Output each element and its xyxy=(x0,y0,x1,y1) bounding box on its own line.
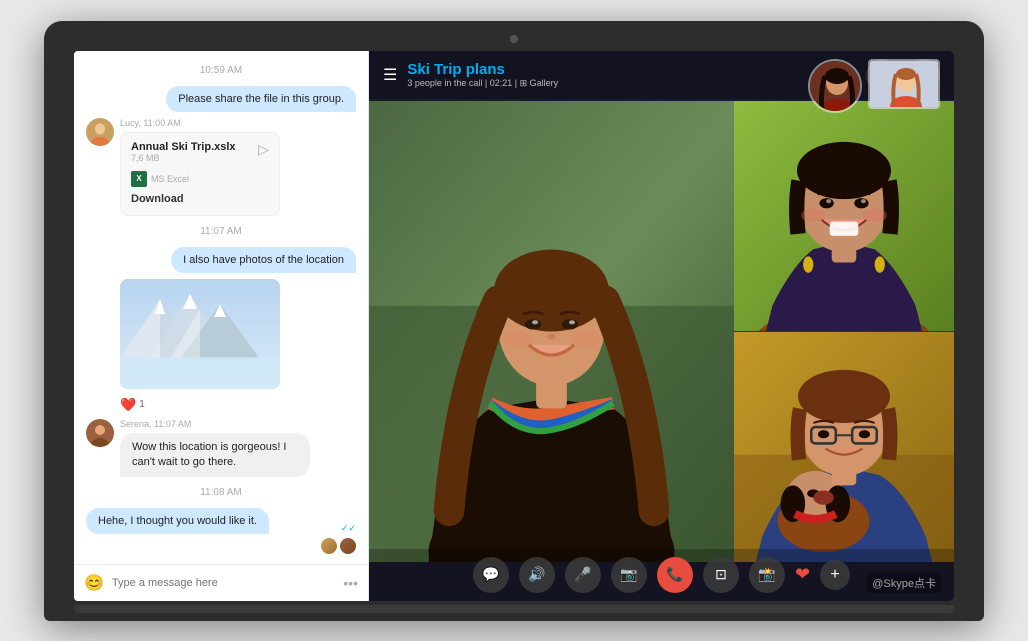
chat-messages: 10:59 AM Please share the file in this g… xyxy=(74,51,368,564)
heart-reaction: ❤️ xyxy=(120,397,136,413)
seen-avatar-2 xyxy=(340,538,356,554)
double-check-icon: ✓✓ xyxy=(341,523,356,534)
mic-icon: 🎤 xyxy=(574,566,591,583)
heart-reaction-button[interactable]: ❤ xyxy=(795,564,810,585)
side-video-bottom xyxy=(734,331,954,562)
timestamp-2: 11:07 AM xyxy=(86,226,356,237)
screen-share-button[interactable]: ⊡ xyxy=(703,557,739,593)
chat-toggle-button[interactable]: 💬 xyxy=(473,557,509,593)
emoji-button[interactable]: 😊 xyxy=(84,573,104,593)
photo-container xyxy=(120,279,356,389)
video-toggle-button[interactable]: 📷 xyxy=(611,557,647,593)
serena-msg-content: Serena, 11:07 AM Wow this location is go… xyxy=(120,419,310,478)
side-video-top xyxy=(734,101,954,331)
seen-avatars xyxy=(86,538,356,554)
camera-switch-button[interactable]: 📸 xyxy=(749,557,785,593)
forward-button[interactable]: ▷ xyxy=(258,141,269,158)
add-reaction-button[interactable]: + xyxy=(820,560,850,590)
camera-switch-icon: 📸 xyxy=(758,566,775,583)
side-videos xyxy=(734,101,954,562)
heart-icon: ❤ xyxy=(795,564,810,584)
laptop-camera xyxy=(510,35,518,43)
bubble-serena: Wow this location is gorgeous! I can't w… xyxy=(120,433,310,478)
video-grid xyxy=(369,101,954,562)
file-card: Annual Ski Trip.xslx 7,6 MB ▷ X MS Excel… xyxy=(120,132,280,216)
thumb-1 xyxy=(808,59,862,113)
watermark: @Skype点卡 xyxy=(866,573,942,593)
bubble-row-4: Hehe, I thought you would like it. ✓✓ xyxy=(86,508,356,534)
msg-row-serena: Serena, 11:07 AM Wow this location is go… xyxy=(86,419,356,478)
seen-avatar-1 xyxy=(321,538,337,554)
photo-bubble xyxy=(120,279,280,389)
laptop-screen: 10:59 AM Please share the file in this g… xyxy=(74,51,954,601)
download-button[interactable]: Download xyxy=(131,191,269,207)
msg-row-lucy: Lucy, 11:00 AM Annual Ski Trip.xslx 7,6 … xyxy=(86,118,356,216)
file-info: Annual Ski Trip.xslx 7,6 MB xyxy=(131,141,258,163)
file-name: Annual Ski Trip.xslx xyxy=(131,141,258,153)
reaction-count: 1 xyxy=(139,399,145,410)
message-input[interactable] xyxy=(112,577,335,589)
call-title: Ski Trip plans xyxy=(407,61,558,78)
video-panel: ☰ Ski Trip plans 3 people in the call | … xyxy=(369,51,954,601)
thumb-2 xyxy=(868,59,940,109)
volume-button[interactable]: 🔊 xyxy=(519,557,555,593)
bubble-right-2: I also have photos of the location xyxy=(171,247,356,273)
call-subtitle: 3 people in the call | 02:21 | ⊞ Gallery xyxy=(407,78,558,89)
call-title-group: Ski Trip plans 3 people in the call | 02… xyxy=(407,61,558,89)
laptop-frame: 10:59 AM Please share the file in this g… xyxy=(44,21,984,621)
laptop-base xyxy=(74,605,954,613)
avatar-serena xyxy=(86,419,114,447)
sender-time-lucy: Lucy, 11:00 AM xyxy=(120,118,280,128)
volume-icon: 🔊 xyxy=(528,566,545,583)
sender-time-serena: Serena, 11:07 AM xyxy=(120,419,310,429)
hamburger-icon[interactable]: ☰ xyxy=(383,65,397,85)
avatar-lucy xyxy=(86,118,114,146)
end-call-icon: 📞 xyxy=(666,566,683,583)
file-size: 7,6 MB xyxy=(131,153,258,163)
file-header: Annual Ski Trip.xslx 7,6 MB ▷ xyxy=(131,141,269,163)
lucy-msg-content: Lucy, 11:00 AM Annual Ski Trip.xslx 7,6 … xyxy=(120,118,280,216)
chat-icon: 💬 xyxy=(482,566,499,583)
video-icon: 📷 xyxy=(620,566,637,583)
timestamp-3: 11:08 AM xyxy=(86,487,356,498)
main-video xyxy=(369,101,734,562)
screen-share-icon: ⊡ xyxy=(715,566,727,583)
excel-icon: X xyxy=(131,171,147,187)
file-icon-wrap: X MS Excel xyxy=(131,171,269,187)
bubble-right-1: Please share the file in this group. xyxy=(166,86,356,112)
bubble-right-3: Hehe, I thought you would like it. xyxy=(86,508,269,534)
chat-panel: 10:59 AM Please share the file in this g… xyxy=(74,51,369,601)
more-options-button[interactable]: ••• xyxy=(343,575,358,591)
reaction-row: ❤️ 1 xyxy=(120,397,356,413)
mute-button[interactable]: 🎤 xyxy=(565,557,601,593)
plus-icon: + xyxy=(830,566,839,584)
chat-input-bar: 😊 ••• xyxy=(74,564,368,601)
file-type-label: MS Excel xyxy=(151,174,189,184)
timestamp-1: 10:59 AM xyxy=(86,65,356,76)
thumbnails-row xyxy=(808,59,940,113)
end-call-button[interactable]: 📞 xyxy=(657,557,693,593)
